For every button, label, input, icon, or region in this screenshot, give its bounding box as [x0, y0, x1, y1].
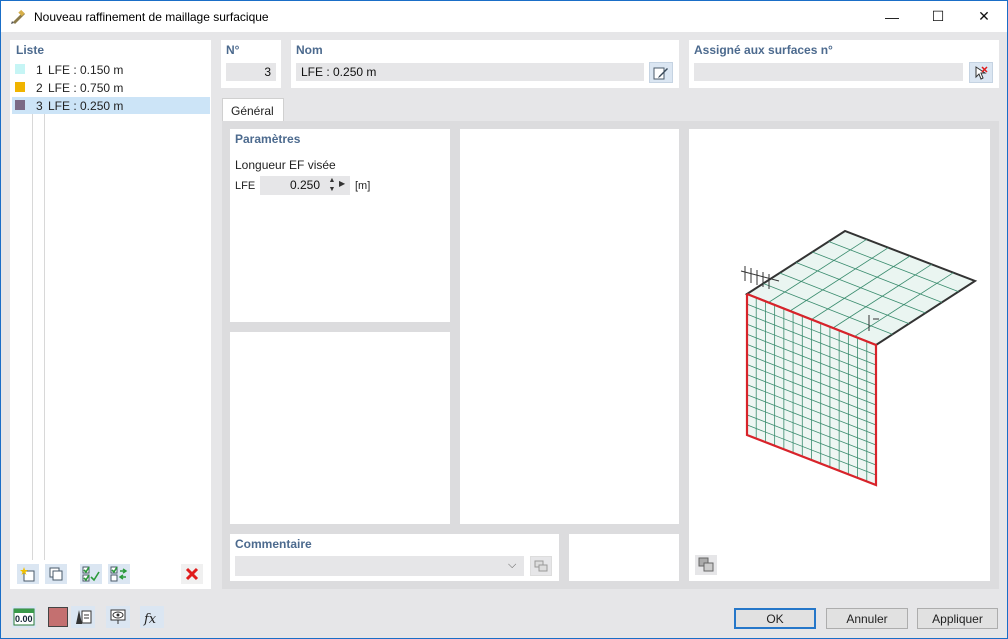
number-label: N° — [226, 43, 240, 57]
color-swatch — [15, 64, 25, 74]
color-button[interactable] — [46, 606, 70, 628]
name-label: Nom — [296, 43, 323, 57]
window-title: Nouveau raffinement de maillage surfaciq… — [34, 10, 269, 24]
minimize-icon: — — [885, 8, 899, 25]
number-field[interactable]: 3 — [226, 63, 276, 81]
parameters-panel: Paramètres Longueur EF visée LFE 0.250 ▲… — [230, 129, 450, 322]
formula-button[interactable]: fx — [140, 606, 164, 628]
list-item-label: LFE : 0.750 m — [48, 81, 124, 95]
list-panel: Liste — [10, 40, 211, 589]
check-all-icon — [82, 566, 100, 582]
mesh-refinement-icon — [11, 9, 25, 24]
edit-icon — [653, 67, 668, 79]
assigned-panel: Assigné aux surfaces n° — [689, 40, 999, 88]
delete-item-button[interactable] — [181, 564, 203, 584]
units-icon-text: 0.00 — [15, 614, 33, 624]
empty-panel-small — [569, 534, 679, 581]
color-swatch-icon — [48, 607, 68, 627]
title-bar: Nouveau raffinement de maillage surfaciq… — [1, 1, 1007, 32]
maximize-icon: ☐ — [931, 8, 945, 24]
list-item-number: 3 — [36, 99, 43, 113]
list-label: Liste — [16, 43, 45, 57]
svg-text:fx: fx — [143, 612, 157, 626]
eye-view-icon — [110, 609, 126, 624]
list-item[interactable]: 1 LFE : 0.150 m — [12, 61, 210, 78]
preview-panel — [689, 129, 990, 581]
list-item-label: LFE : 0.250 m — [48, 99, 124, 113]
copy-item-button[interactable] — [45, 564, 67, 584]
tab-general[interactable]: Général — [222, 98, 284, 122]
preview-settings-button[interactable] — [695, 555, 717, 575]
name-panel: Nom LFE : 0.250 m — [291, 40, 679, 88]
dialog-window: Nouveau raffinement de maillage surfaciq… — [0, 0, 1008, 639]
pick-cursor-icon — [975, 65, 988, 80]
new-item-icon — [20, 567, 35, 582]
apply-button[interactable]: Appliquer — [917, 608, 998, 629]
library-icon — [534, 560, 548, 572]
ok-button[interactable]: OK — [734, 608, 816, 629]
delete-icon — [185, 567, 199, 581]
info-panel-icon — [76, 610, 92, 624]
list-item-label: LFE : 0.150 m — [48, 63, 124, 77]
new-item-button[interactable] — [17, 564, 39, 584]
comment-library-button[interactable] — [530, 556, 552, 576]
info-button[interactable] — [71, 606, 95, 628]
empty-panel-middle — [460, 129, 679, 524]
comment-label: Commentaire — [235, 537, 312, 551]
pick-surfaces-button[interactable] — [969, 62, 993, 83]
spin-buttons[interactable]: ▲ ▼ — [326, 176, 338, 195]
list-item-number: 2 — [36, 81, 43, 95]
target-length-label: Longueur EF visée — [235, 158, 336, 172]
parameters-label: Paramètres — [235, 132, 301, 146]
mesh-preview-graphic — [740, 229, 978, 487]
assigned-label: Assigné aux surfaces n° — [694, 43, 833, 57]
number-panel: N° 3 — [221, 40, 281, 88]
color-swatch — [15, 100, 25, 110]
preview-view-icon — [698, 557, 714, 572]
list-item-selected[interactable]: 3 LFE : 0.250 m — [12, 97, 210, 114]
edit-name-button[interactable] — [649, 62, 673, 83]
close-button[interactable]: ✕ — [961, 1, 1007, 32]
copy-icon — [49, 567, 63, 581]
chevron-down-icon[interactable]: ⌵ — [508, 559, 516, 572]
empty-panel-left — [230, 332, 450, 524]
color-swatch — [15, 82, 25, 92]
assigned-surfaces-field[interactable] — [694, 63, 963, 81]
cancel-button[interactable]: Annuler — [826, 608, 908, 629]
close-icon: ✕ — [978, 8, 990, 24]
invert-check-button[interactable] — [108, 564, 130, 584]
comment-panel: Commentaire ⌵ — [230, 534, 559, 581]
list-item[interactable]: 2 LFE : 0.750 m — [12, 79, 210, 96]
maximize-button[interactable]: ☐ — [915, 1, 961, 32]
units-button[interactable]: 0.00 — [12, 606, 36, 628]
lfe-symbol: LFE — [235, 180, 256, 192]
name-field[interactable]: LFE : 0.250 m — [296, 63, 644, 81]
minimize-button[interactable]: — — [869, 1, 915, 32]
function-icon: fx — [143, 612, 157, 626]
arrow-right-icon[interactable]: ▶ — [339, 179, 345, 188]
unit-label: [m] — [355, 180, 371, 192]
invert-check-icon — [110, 566, 128, 582]
check-all-button[interactable] — [80, 564, 102, 584]
list-item-number: 1 — [36, 63, 43, 77]
view-button[interactable] — [106, 606, 130, 628]
comment-input[interactable] — [235, 556, 524, 576]
